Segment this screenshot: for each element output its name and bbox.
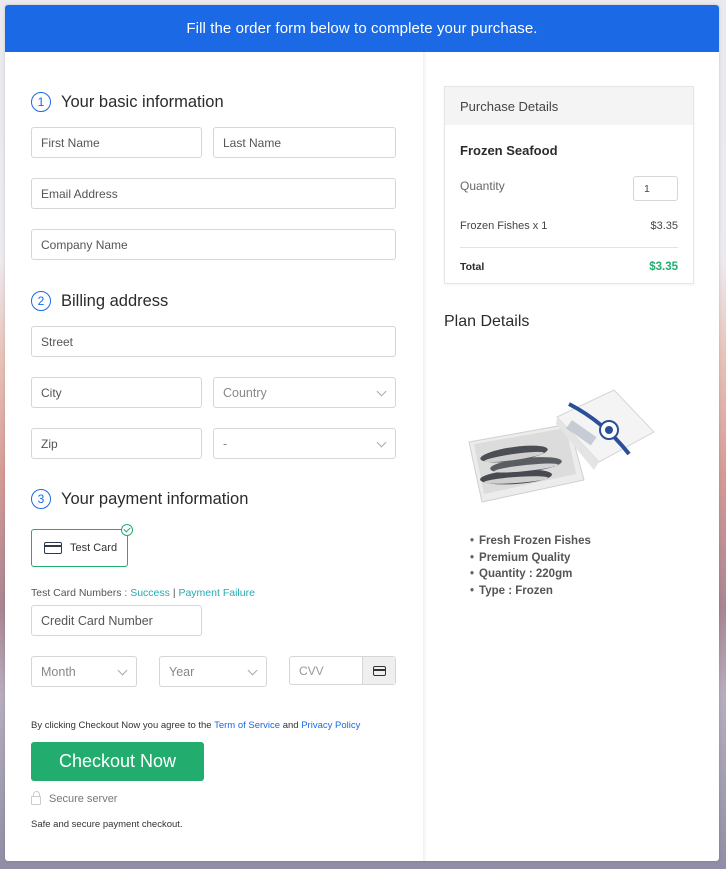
lock-icon <box>31 791 41 805</box>
step-number-3: 3 <box>31 489 51 509</box>
chevron-down-icon <box>247 665 258 676</box>
product-image <box>468 389 655 503</box>
month-select[interactable]: Month <box>31 656 137 687</box>
link-separator: | <box>172 587 176 599</box>
card-number-placeholder: Credit Card Number <box>41 613 153 628</box>
quantity-input[interactable]: 1 <box>633 176 678 201</box>
banner-text: Fill the order form below to complete yo… <box>186 20 538 37</box>
first-name-placeholder: First Name <box>41 135 100 150</box>
purchase-details-box: Purchase Details Frozen Seafood Quantity… <box>444 86 694 284</box>
plan-details-title: Plan Details <box>444 313 530 330</box>
credit-card-icon <box>372 665 386 676</box>
feature-item: Type : Frozen <box>470 583 591 600</box>
section-title-text: Your basic information <box>61 92 224 111</box>
state-select[interactable]: - <box>213 428 396 459</box>
check-circle-icon <box>121 524 133 536</box>
feature-item: Fresh Frozen Fishes <box>470 533 591 550</box>
company-placeholder: Company Name <box>41 237 128 252</box>
year-selected: Year <box>169 664 195 679</box>
last-name-placeholder: Last Name <box>223 135 282 150</box>
terms-agreement: By clicking Checkout Now you agree to th… <box>31 720 360 731</box>
plan-features-list: Fresh Frozen Fishes Premium Quality Quan… <box>470 533 591 600</box>
section-basic-info-title: 1 Your basic information <box>31 92 224 112</box>
safe-checkout-note: Safe and secure payment checkout. <box>31 819 183 830</box>
step-number-2: 2 <box>31 291 51 311</box>
feature-item: Quantity : 220gm <box>470 566 591 583</box>
street-input[interactable]: Street <box>31 326 396 357</box>
company-input[interactable]: Company Name <box>31 229 396 260</box>
first-name-input[interactable]: First Name <box>31 127 202 158</box>
total-row: Total $3.35 <box>460 261 678 273</box>
secure-server: Secure server <box>31 791 118 805</box>
line-item: Frozen Fishes x 1 $3.35 <box>460 220 678 232</box>
checkout-card: Fill the order form below to complete yo… <box>5 5 719 861</box>
line-item-name: Frozen Fishes x 1 <box>460 220 548 232</box>
state-selected: - <box>223 436 228 451</box>
email-placeholder: Email Address <box>41 186 118 201</box>
checkout-now-button[interactable]: Checkout Now <box>31 742 204 781</box>
privacy-policy-link[interactable]: Privacy Policy <box>301 720 360 731</box>
year-select[interactable]: Year <box>159 656 267 687</box>
cvv-field: CVV <box>289 656 396 685</box>
credit-card-icon <box>44 542 62 554</box>
last-name-input[interactable]: Last Name <box>213 127 396 158</box>
quantity-value: 1 <box>644 182 650 195</box>
zip-placeholder: Zip <box>41 436 58 451</box>
product-name: Frozen Seafood <box>460 143 558 158</box>
test-card-numbers: Test Card Numbers : Success | Payment Fa… <box>31 587 255 599</box>
summary-divider <box>460 247 678 248</box>
section-billing-title: 2 Billing address <box>31 291 168 311</box>
country-select[interactable]: Country <box>213 377 396 408</box>
step-number-1: 1 <box>31 92 51 112</box>
section-title-text: Billing address <box>61 291 169 310</box>
quantity-label: Quantity <box>460 179 505 193</box>
purchase-details-title: Purchase Details <box>460 98 559 114</box>
street-placeholder: Street <box>41 334 74 349</box>
secure-server-label: Secure server <box>49 792 118 805</box>
chevron-down-icon <box>376 437 387 448</box>
cvv-input[interactable]: CVV <box>290 657 362 684</box>
header-banner: Fill the order form below to complete yo… <box>5 5 719 52</box>
terms-of-service-link[interactable]: Term of Service <box>214 720 280 731</box>
city-placeholder: City <box>41 385 62 400</box>
purchase-details-header: Purchase Details <box>445 87 693 125</box>
email-input[interactable]: Email Address <box>31 178 396 209</box>
payment-method-test-card[interactable]: Test Card <box>31 524 133 567</box>
agreement-text: By clicking Checkout Now you agree to th… <box>31 720 212 731</box>
agreement-and: and <box>282 720 299 731</box>
chevron-down-icon <box>376 386 387 397</box>
cvv-card-button[interactable] <box>362 657 395 684</box>
total-value: $3.35 <box>649 261 678 273</box>
line-item-price: $3.35 <box>650 220 678 232</box>
order-form: 1 Your basic information First Name Last… <box>5 52 423 861</box>
feature-item: Premium Quality <box>470 550 591 567</box>
order-summary: Purchase Details Frozen Seafood Quantity… <box>426 52 719 861</box>
chevron-down-icon <box>117 665 128 676</box>
test-numbers-label: Test Card Numbers : <box>31 587 128 599</box>
month-selected: Month <box>41 664 76 679</box>
total-label: Total <box>460 261 485 273</box>
country-selected: Country <box>223 385 267 400</box>
section-title-text: Your payment information <box>61 489 249 508</box>
zip-input[interactable]: Zip <box>31 428 202 459</box>
section-payment-title: 3 Your payment information <box>31 489 248 509</box>
city-input[interactable]: City <box>31 377 202 408</box>
cvv-placeholder: CVV <box>299 663 324 678</box>
credit-card-number-input[interactable]: Credit Card Number <box>31 605 202 636</box>
payment-failure-link[interactable]: Payment Failure <box>178 587 254 599</box>
success-link[interactable]: Success <box>130 587 170 599</box>
payment-method-label: Test Card <box>70 542 118 554</box>
